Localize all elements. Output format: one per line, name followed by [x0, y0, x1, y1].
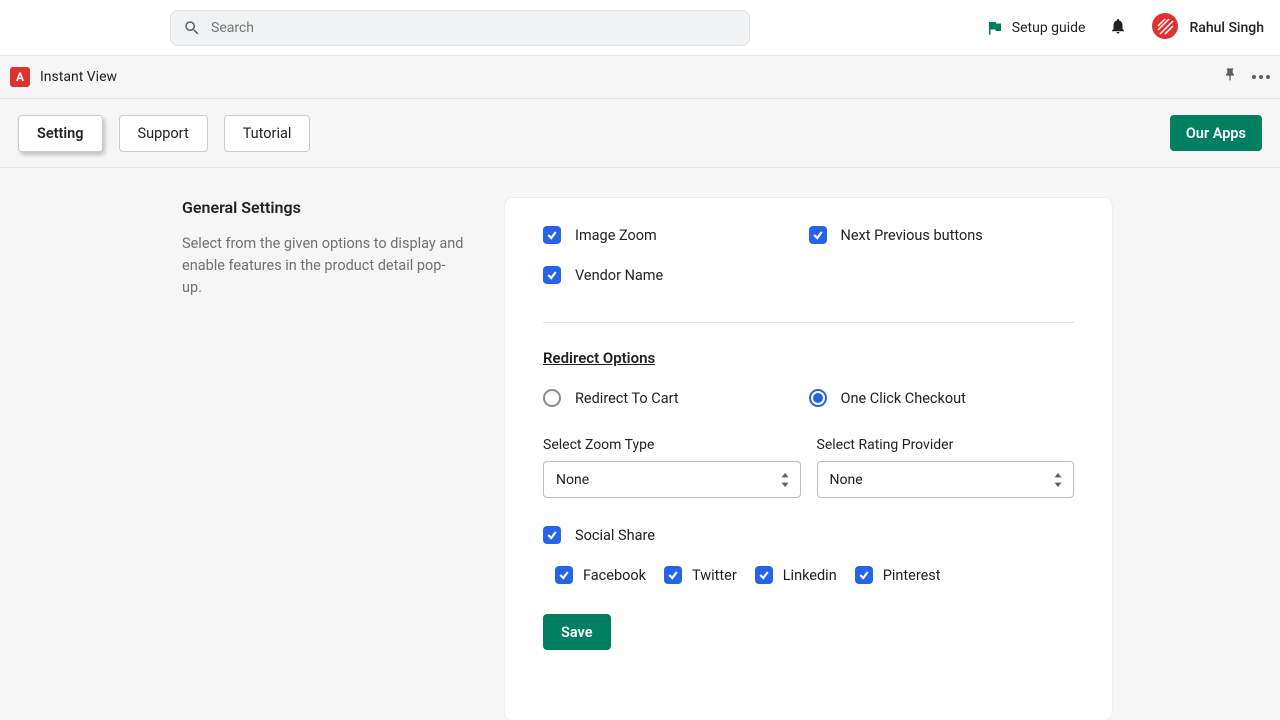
label-vendor-name[interactable]: Vendor Name [575, 267, 663, 284]
user-name: Rahul Singh [1189, 20, 1264, 36]
label-next-prev[interactable]: Next Previous buttons [841, 227, 983, 244]
top-header: Setup guide Rahul Singh [0, 0, 1280, 56]
settings-card: Image Zoom Next Previous buttons Vendor … [505, 198, 1112, 720]
notifications-button[interactable] [1109, 17, 1127, 39]
label-linkedin[interactable]: Linkedin [783, 567, 837, 584]
setup-guide-link[interactable]: Setup guide [986, 19, 1086, 37]
section-redirect-title: Redirect Options [543, 349, 1074, 367]
select-zoom-value: None [556, 472, 589, 488]
label-pinterest[interactable]: Pinterest [883, 567, 941, 584]
bell-icon [1109, 17, 1127, 35]
checkbox-facebook[interactable] [555, 566, 573, 584]
label-rating-provider: Select Rating Provider [817, 437, 1075, 453]
label-image-zoom[interactable]: Image Zoom [575, 227, 657, 244]
label-redirect-cart[interactable]: Redirect To Cart [575, 390, 679, 407]
checkbox-next-prev[interactable] [809, 226, 827, 244]
pin-icon [1222, 67, 1238, 83]
app-logo: A [10, 67, 30, 87]
setup-guide-label: Setup guide [1012, 20, 1086, 36]
pin-button[interactable] [1222, 67, 1238, 87]
tab-tutorial[interactable]: Tutorial [224, 115, 311, 152]
user-profile[interactable]: Rahul Singh [1151, 12, 1264, 44]
page-description: Select from the given options to display… [182, 233, 465, 298]
radio-redirect-cart[interactable] [543, 389, 561, 407]
label-facebook[interactable]: Facebook [583, 567, 646, 584]
tab-support[interactable]: Support [119, 115, 208, 152]
avatar-icon [1151, 12, 1179, 44]
radio-one-click[interactable] [809, 389, 827, 407]
main-content: General Settings Select from the given o… [0, 168, 1280, 720]
chevron-updown-icon [1053, 473, 1063, 487]
app-header: A Instant View [0, 56, 1280, 99]
section-header: General Settings Select from the given o… [0, 198, 505, 720]
checkbox-twitter[interactable] [664, 566, 682, 584]
flag-icon [986, 19, 1004, 37]
select-rating-value: None [830, 472, 863, 488]
label-twitter[interactable]: Twitter [692, 567, 737, 584]
chevron-updown-icon [780, 473, 790, 487]
label-social-share[interactable]: Social Share [575, 527, 655, 544]
save-button[interactable]: Save [543, 614, 611, 650]
search-icon [183, 19, 201, 37]
app-title: Instant View [40, 69, 117, 85]
more-menu-button[interactable] [1252, 75, 1270, 79]
label-zoom-type: Select Zoom Type [543, 437, 801, 453]
checkbox-linkedin[interactable] [755, 566, 773, 584]
tab-setting[interactable]: Setting [18, 115, 103, 152]
checkbox-image-zoom[interactable] [543, 226, 561, 244]
checkbox-vendor-name[interactable] [543, 266, 561, 284]
label-one-click[interactable]: One Click Checkout [841, 390, 966, 407]
checkbox-social-share[interactable] [543, 526, 561, 544]
search-input[interactable] [211, 20, 737, 36]
tab-bar: Setting Support Tutorial Our Apps [0, 99, 1280, 168]
select-zoom-type[interactable]: None [543, 461, 801, 498]
search-field[interactable] [170, 10, 750, 46]
checkbox-pinterest[interactable] [855, 566, 873, 584]
our-apps-button[interactable]: Our Apps [1170, 115, 1262, 151]
page-title: General Settings [182, 198, 465, 217]
select-rating-provider[interactable]: None [817, 461, 1075, 498]
